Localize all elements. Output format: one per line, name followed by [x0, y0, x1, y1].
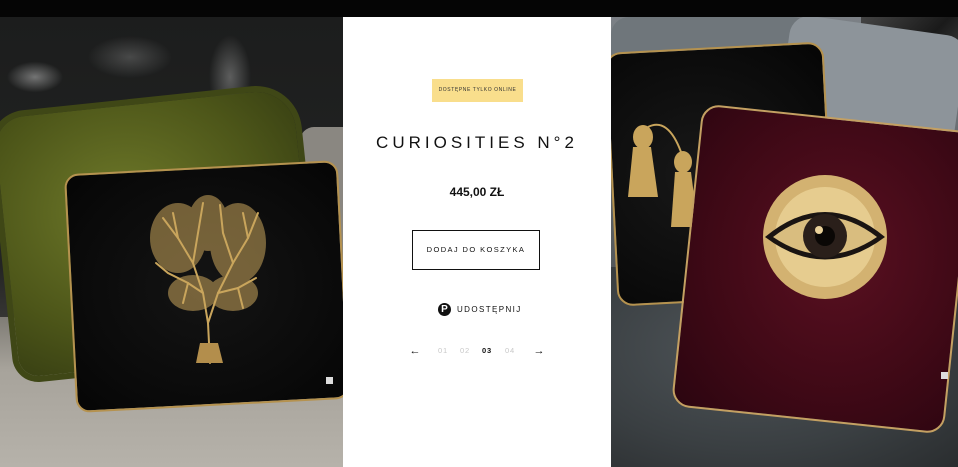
add-to-cart-button[interactable]: DODAJ DO KOSZYKA [412, 230, 540, 270]
page-02[interactable]: 02 [460, 344, 470, 358]
brand-tag [941, 372, 948, 379]
product-info-panel: DOSTĘPNE TYLKO ONLINE CURIOSITIES N°2 44… [343, 17, 611, 467]
coral-illustration [150, 195, 266, 364]
page-04[interactable]: 04 [505, 344, 515, 358]
page-03[interactable]: 03 [482, 344, 492, 358]
share-link[interactable]: P UDOSTĘPNIJ [438, 302, 522, 316]
brand-tag [326, 377, 333, 384]
slider-pagination: ← 01 02 03 04 → [409, 344, 549, 358]
product-image-left [0, 17, 343, 467]
share-label: UDOSTĘPNIJ [457, 304, 522, 314]
product-title: CURIOSITIES N°2 [376, 133, 578, 152]
pinterest-icon: P [438, 302, 451, 316]
online-only-badge: DOSTĘPNE TYLKO ONLINE [432, 79, 523, 102]
eye-illustration [763, 175, 887, 299]
top-bar [0, 0, 958, 17]
arrow-left-icon[interactable]: ← [409, 344, 421, 358]
arrow-right-icon[interactable]: → [533, 344, 545, 358]
page-01[interactable]: 01 [438, 344, 448, 358]
product-price: 445,00 ZŁ [449, 185, 505, 199]
product-image-right [611, 17, 958, 467]
